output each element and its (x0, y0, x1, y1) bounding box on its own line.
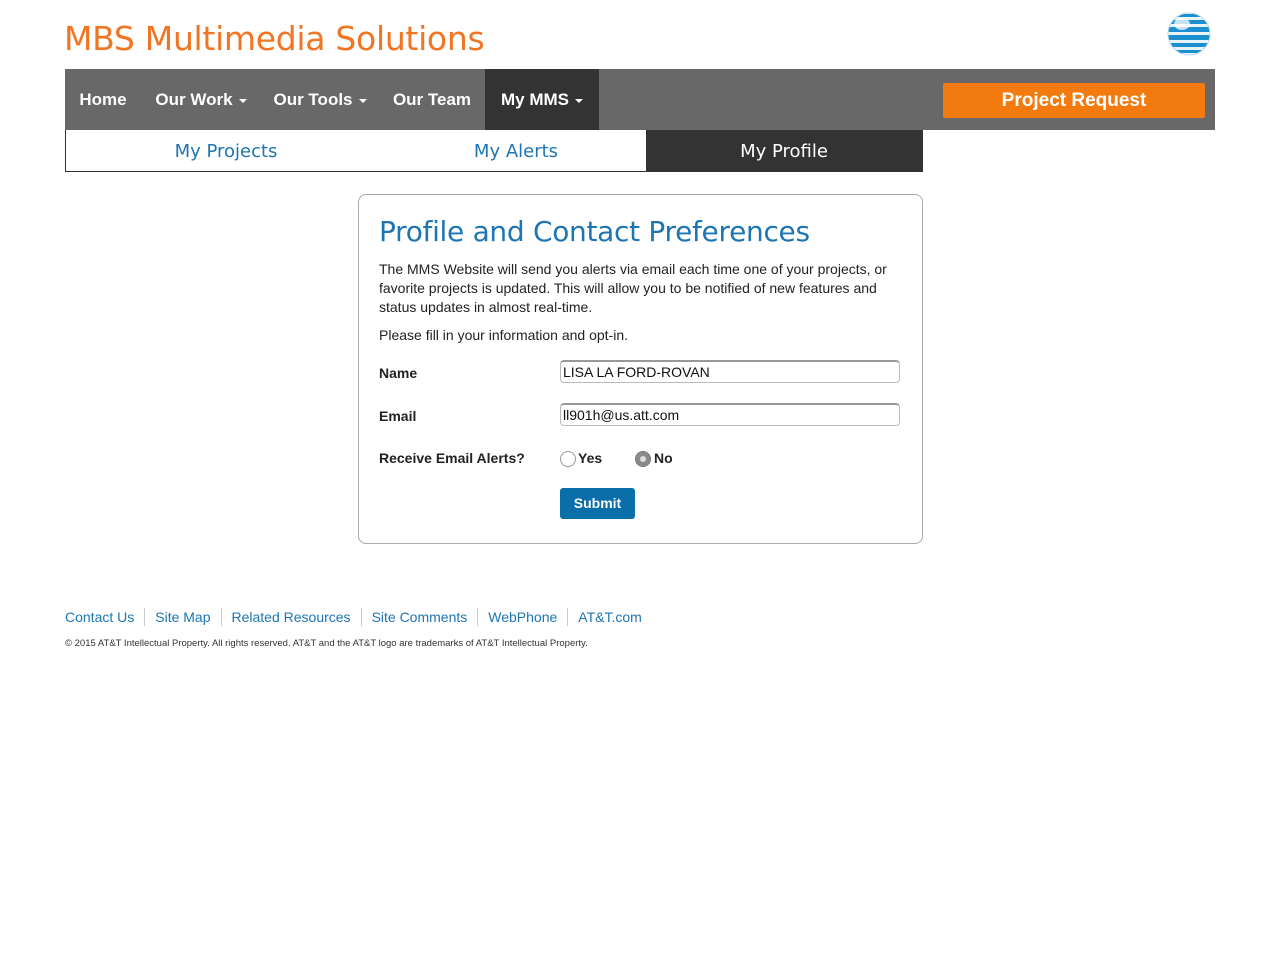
card-prompt: Please fill in your information and opt-… (379, 327, 629, 343)
site-title[interactable]: MBS Multimedia Solutions (64, 19, 485, 58)
footer-link-webphone[interactable]: WebPhone (477, 608, 567, 626)
nav-our-tools-label: Our Tools (273, 90, 353, 109)
nav-home-label: Home (79, 90, 127, 109)
copyright-text: © 2015 AT&T Intellectual Property. All r… (65, 638, 588, 649)
name-label: Name (379, 365, 418, 381)
footer-link-site-map[interactable]: Site Map (144, 608, 220, 626)
profile-card: Profile and Contact Preferences The MMS … (358, 194, 923, 544)
subnav: My Projects My Alerts My Profile (65, 130, 923, 172)
nav-our-work-label: Our Work (155, 90, 233, 109)
email-label: Email (379, 408, 417, 424)
alerts-label: Receive Email Alerts? (379, 450, 525, 466)
tab-my-alerts[interactable]: My Alerts (386, 130, 646, 171)
caret-down-icon (238, 98, 247, 103)
att-globe-icon[interactable] (1167, 12, 1211, 56)
nav-our-tools[interactable]: Our Tools (261, 69, 379, 130)
footer-link-att-com[interactable]: AT&T.com (567, 608, 652, 626)
nav-home[interactable]: Home (65, 69, 141, 130)
main-navbar: Home Our Work Our Tools Our Team My MMS … (65, 69, 1215, 130)
nav-our-team-label: Our Team (392, 90, 472, 109)
name-field[interactable] (560, 360, 900, 383)
footer-links: Contact Us Site Map Related Resources Site … (65, 608, 652, 628)
nav-our-work[interactable]: Our Work (141, 69, 261, 130)
footer-link-site-comments[interactable]: Site Comments (360, 608, 478, 626)
alerts-no-radio[interactable] (635, 451, 651, 467)
alerts-no-label[interactable]: No (654, 450, 673, 466)
project-request-button[interactable]: Project Request (943, 83, 1205, 118)
page: MBS Multimedia Solutions Home Our Work O… (0, 0, 1280, 960)
tab-my-profile[interactable]: My Profile (646, 130, 922, 171)
nav-my-mms[interactable]: My MMS (485, 69, 599, 130)
footer-link-contact-us[interactable]: Contact Us (65, 608, 144, 626)
email-field[interactable] (560, 403, 900, 426)
footer-link-related-resources[interactable]: Related Resources (220, 608, 361, 626)
nav-our-team[interactable]: Our Team (379, 69, 485, 130)
nav-my-mms-label: My MMS (501, 90, 569, 109)
caret-down-icon (358, 98, 367, 103)
tab-my-projects[interactable]: My Projects (66, 130, 386, 171)
alerts-yes-label[interactable]: Yes (578, 450, 602, 466)
card-title: Profile and Contact Preferences (379, 215, 810, 248)
card-description: The MMS Website will send you alerts via… (379, 261, 887, 315)
caret-down-icon (575, 98, 583, 103)
submit-button[interactable]: Submit (560, 488, 635, 519)
alerts-yes-radio[interactable] (560, 451, 576, 467)
